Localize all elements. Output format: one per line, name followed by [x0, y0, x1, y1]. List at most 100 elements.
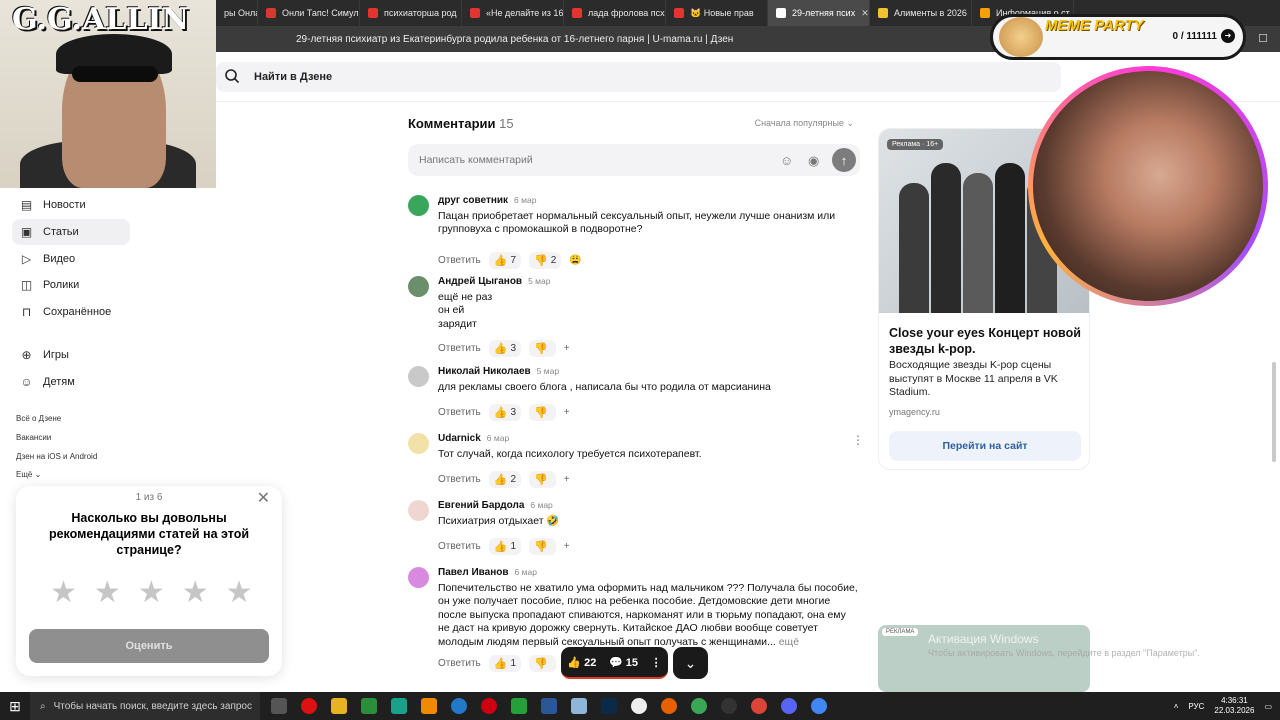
like-button[interactable]: 👍 3 [488, 340, 522, 357]
browser-tab[interactable]: психиаторша род [360, 0, 462, 26]
avatar[interactable] [408, 500, 429, 521]
firefox-icon[interactable] [656, 692, 682, 720]
reply-button[interactable]: Ответить [438, 407, 481, 418]
app-blue-icon[interactable] [446, 692, 472, 720]
reply-button[interactable]: Ответить [438, 541, 481, 552]
sort-dropdown[interactable]: Сначала популярные ⌄ [755, 118, 854, 129]
reply-button[interactable]: Ответить [438, 474, 481, 485]
avatar[interactable] [408, 567, 429, 588]
discord-icon[interactable] [776, 692, 802, 720]
emoji-icon[interactable]: ☺ [780, 153, 793, 168]
footer-link-apps[interactable]: Дзен на iOS и Android [16, 452, 97, 461]
add-reaction-button[interactable]: + [564, 407, 570, 418]
show-more-link[interactable]: ещё [779, 636, 799, 648]
avatar[interactable] [408, 366, 429, 387]
footer-link-more[interactable]: Ещё ⌄ [16, 470, 41, 479]
language-indicator[interactable]: РУС [1188, 702, 1204, 711]
add-reaction-button[interactable]: + [564, 474, 570, 485]
rate-button[interactable]: Оценить [29, 629, 269, 663]
bookmark-icon[interactable]: ☐ [1258, 32, 1268, 45]
comment-input[interactable]: Написать комментарий ☺ ◉ ↑ [408, 144, 860, 176]
close-icon[interactable]: ✕ [257, 488, 270, 508]
dislike-button[interactable]: 👎 [529, 471, 556, 488]
dislike-button[interactable]: 👎 [529, 404, 556, 421]
like-button[interactable]: 👍 22 [567, 656, 596, 669]
add-reaction-button[interactable]: + [564, 541, 570, 552]
footer-link-about[interactable]: Всё о Дзене [16, 414, 61, 423]
browser-tab[interactable]: 29-летняя псих ✕ [768, 0, 870, 26]
browser-tab[interactable]: Онли Тапс! Симул [258, 0, 360, 26]
comment-author[interactable]: Андрей Цыганов [438, 276, 522, 287]
scrollbar[interactable] [1272, 362, 1276, 462]
task-view-icon[interactable] [266, 692, 292, 720]
sticker-icon[interactable]: ◉ [808, 153, 819, 169]
opera-icon[interactable] [296, 692, 322, 720]
like-button[interactable]: 👍 3 [488, 404, 522, 421]
kebab-icon[interactable]: ⋮ [852, 433, 860, 447]
windows-start-icon[interactable]: ⊞ [0, 692, 30, 720]
sidebar-item-articles[interactable]: ▣ Статьи [12, 219, 130, 245]
photoshop-icon[interactable] [596, 692, 622, 720]
footer-link-jobs[interactable]: Вакансии [16, 433, 51, 442]
opera-gx-icon[interactable] [476, 692, 502, 720]
sidebar-item-saved[interactable]: ⊓ Сохранённое [12, 299, 130, 325]
browser-tab[interactable]: лада фролова псх [564, 0, 666, 26]
avatar[interactable] [408, 195, 429, 216]
like-button[interactable]: 👍 7 [488, 252, 522, 269]
ad-cta-button[interactable]: Перейти на сайт [889, 431, 1081, 461]
comment-author[interactable]: Евгений Бардола [438, 500, 524, 511]
browser-tab[interactable]: «Не делайте из 16 [462, 0, 564, 26]
sidebar-item-games[interactable]: ⊕ Игры [12, 342, 130, 368]
word-icon[interactable] [536, 692, 562, 720]
star-icon[interactable]: ★ [50, 578, 77, 608]
kebab-icon[interactable]: ⋮ [651, 656, 662, 669]
browser-tab[interactable]: 🐱 Новые прав [666, 0, 768, 26]
comments-button[interactable]: 💬 15 [609, 656, 638, 669]
star-icon[interactable]: ★ [138, 578, 165, 608]
app-teal-icon[interactable] [386, 692, 412, 720]
reply-button[interactable]: Ответить [438, 343, 481, 354]
dislike-button[interactable]: 👎 [529, 340, 556, 357]
avatar[interactable] [408, 276, 429, 297]
dislike-button[interactable]: 👎 [529, 538, 556, 555]
send-button[interactable]: ↑ [832, 148, 856, 172]
add-reaction-button[interactable]: 😩 [569, 255, 581, 266]
chrome-icon[interactable] [746, 692, 772, 720]
scroll-down-button[interactable]: ⌄ [673, 647, 708, 679]
chevron-up-icon[interactable]: ˄ [1174, 702, 1179, 711]
reply-button[interactable]: Ответить [438, 658, 481, 669]
chrome-icon[interactable] [806, 692, 832, 720]
sidebar-item-shorts[interactable]: ◫ Ролики [12, 272, 130, 298]
dislike-button[interactable]: 👎 [529, 655, 556, 672]
dislike-button[interactable]: 👎 2 [529, 252, 562, 269]
folder-icon[interactable] [326, 692, 352, 720]
sidebar-item-kids[interactable]: ☺ Детям [12, 369, 130, 395]
comment-author[interactable]: Николай Николаев [438, 366, 531, 377]
browser-tab[interactable]: ры Онла [216, 0, 258, 26]
comment-author[interactable]: Павел Иванов [438, 567, 509, 578]
vlc-icon[interactable] [416, 692, 442, 720]
reply-button[interactable]: Ответить [438, 255, 481, 266]
clock[interactable]: 4:36:31 22.03.2026 [1214, 696, 1254, 716]
app-green-icon[interactable] [356, 692, 382, 720]
taskbar-search[interactable]: ⌕ Чтобы начать поиск, введите здесь запро… [30, 692, 260, 720]
yandex-browser-icon[interactable] [626, 692, 652, 720]
chrome-icon[interactable] [686, 692, 712, 720]
notes-icon[interactable] [566, 692, 592, 720]
avatar[interactable] [408, 433, 429, 454]
media-player-icon[interactable] [506, 692, 532, 720]
like-button[interactable]: 👍 1 [488, 538, 522, 555]
comment-author[interactable]: Udarnick [438, 433, 481, 444]
obs-icon[interactable] [716, 692, 742, 720]
star-icon[interactable]: ★ [226, 578, 253, 608]
sidebar-item-video[interactable]: ▷ Видео [12, 246, 130, 272]
like-button[interactable]: 👍 1 [488, 655, 522, 672]
sidebar-item-news[interactable]: ▤ Новости [12, 192, 130, 218]
like-button[interactable]: 👍 2 [488, 471, 522, 488]
search-input[interactable]: Найти в Дзене [216, 62, 1061, 92]
add-reaction-button[interactable]: + [564, 343, 570, 354]
browser-tab[interactable]: Алименты в 2026 [870, 0, 972, 26]
notification-icon[interactable]: ▭ [1264, 702, 1272, 711]
comment-author[interactable]: друг советник [438, 195, 508, 206]
close-tab-icon[interactable]: ✕ [861, 8, 869, 19]
